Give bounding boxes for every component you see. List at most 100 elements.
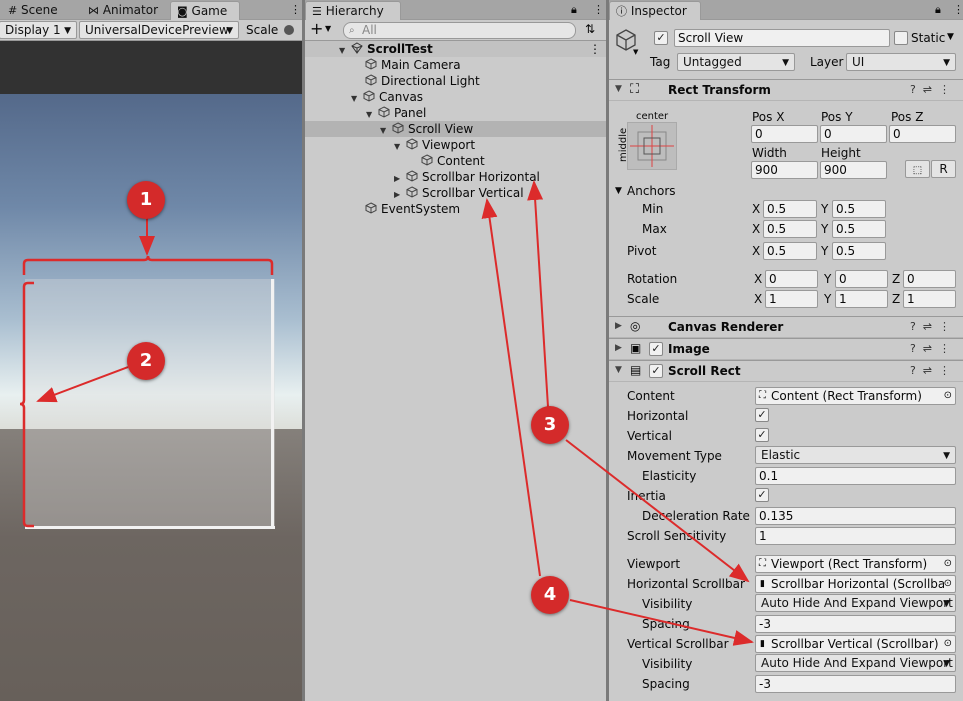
anchor-presets-button[interactable] [627,122,677,170]
object-picker-icon[interactable]: ⊙ [944,556,952,572]
chevron-down-icon[interactable]: ▼ [325,24,331,33]
active-checkbox[interactable]: ✓ [654,31,668,45]
viewport-object-field[interactable]: ⛶ Viewport (Rect Transform) ⊙ [755,555,956,573]
pos-x-field[interactable]: 0 [751,125,818,143]
expand-arrow-icon[interactable]: ▶ [615,343,622,353]
more-options-icon[interactable]: ⋮ [953,3,963,16]
add-icon[interactable]: + [310,20,323,38]
width-label: Width [752,146,787,160]
viewport-label: Viewport [627,557,681,571]
pos-y-field[interactable]: 0 [820,125,887,143]
expand-arrow-icon[interactable]: ▶ [615,321,622,331]
object-name-field[interactable]: Scroll View [674,29,890,47]
height-field[interactable]: 900 [820,161,887,179]
display-dropdown[interactable]: Display 1 ▼ [0,21,77,39]
more-options-icon[interactable]: ⋮ [290,3,301,16]
scale-slider[interactable] [282,25,302,35]
movement-type-dropdown[interactable]: Elastic ▼ [755,446,956,464]
component-header-icons[interactable]: ?⇌⋮ [910,342,957,355]
image-header[interactable]: ▶ ▣ ✓ Image ?⇌⋮ [609,338,963,360]
hierarchy-item-eventsystem[interactable]: EventSystem [305,201,606,217]
expand-arrow-icon[interactable]: ▼ [615,365,622,375]
scale-z-field[interactable]: 1 [903,290,956,308]
sort-icon[interactable]: ⇅ [585,22,595,36]
tag-dropdown[interactable]: Untagged ▼ [677,53,795,71]
horizontal-visibility-dropdown[interactable]: Auto Hide And Expand Viewport ▼ [755,594,956,612]
hierarchy-item-scroll-view[interactable]: ▼ Scroll View [305,121,606,137]
rect-transform-header[interactable]: ▼ ⛶ Rect Transform ?⇌⋮ [609,79,963,101]
component-header-icons[interactable]: ?⇌⋮ [910,320,957,333]
rotation-y-field[interactable]: 0 [835,270,888,288]
anchor-min-y-field[interactable]: 0.5 [832,200,886,218]
elasticity-field[interactable]: 0.1 [755,467,956,485]
vertical-scrollbar-object-field[interactable]: ▮ Scrollbar Vertical (Scrollbar) ⊙ [755,635,956,653]
scale-y-field[interactable]: 1 [835,290,888,308]
width-field[interactable]: 900 [751,161,818,179]
rotation-z-field[interactable]: 0 [903,270,956,288]
hierarchy-item-canvas[interactable]: ▼ Canvas [305,89,606,105]
deceleration-rate-field[interactable]: 0.135 [755,507,956,525]
pivot-label: Pivot [627,244,657,258]
layer-dropdown[interactable]: UI ▼ [846,53,956,71]
component-header-icons[interactable]: ?⇌⋮ [910,83,957,96]
tab-inspector-label: Inspector [630,4,687,18]
vertical-visibility-dropdown[interactable]: Auto Hide And Expand Viewport ▼ [755,654,956,672]
anchor-min-x-field[interactable]: 0.5 [763,200,817,218]
more-options-icon[interactable]: ⋮ [589,41,601,57]
vertical-checkbox[interactable]: ✓ [755,428,769,442]
hierarchy-item-panel[interactable]: ▼ Panel [305,105,606,121]
content-object-field[interactable]: ⛶ Content (Rect Transform) ⊙ [755,387,956,405]
horizontal-spacing-field[interactable]: -3 [755,615,956,633]
tab-inspector[interactable]: ⓘ Inspector [609,1,701,20]
chevron-down-icon[interactable]: ▼ [633,48,638,56]
list-icon: ☰ [312,5,322,18]
chevron-down-icon[interactable]: ▼ [947,32,954,42]
hierarchy-search-input[interactable]: ⌕ All [343,22,576,39]
hierarchy-item-scrollbar-horizontal[interactable]: ▶ Scrollbar Horizontal [305,169,606,185]
lock-icon[interactable]: 🔒︎ [571,3,577,17]
raw-edit-button[interactable]: R [931,160,956,178]
anchor-max-x-field[interactable]: 0.5 [763,220,817,238]
horizontal-checkbox[interactable]: ✓ [755,408,769,422]
hierarchy-item-viewport[interactable]: ▼ Viewport [305,137,606,153]
scroll-rect-header[interactable]: ▼ ▤ ✓ Scroll Rect ?⇌⋮ [609,360,963,382]
pivot-x-field[interactable]: 0.5 [763,242,817,260]
inertia-checkbox[interactable]: ✓ [755,488,769,502]
anchor-max-y-field[interactable]: 0.5 [832,220,886,238]
object-picker-icon[interactable]: ⊙ [944,636,952,652]
vertical-spacing-field[interactable]: -3 [755,675,956,693]
scale-x-field[interactable]: 1 [765,290,818,308]
static-checkbox[interactable] [894,31,908,45]
search-placeholder: All [362,23,377,37]
image-enabled-checkbox[interactable]: ✓ [649,342,663,356]
object-picker-icon[interactable]: ⊙ [944,388,952,404]
tab-game[interactable]: ◙ Game [170,1,240,20]
y-label: Y [821,244,829,258]
canvas-renderer-header[interactable]: ▶ ◎ Canvas Renderer ?⇌⋮ [609,316,963,338]
rotation-x-field[interactable]: 0 [765,270,818,288]
component-header-icons[interactable]: ?⇌⋮ [910,364,957,377]
tab-hierarchy[interactable]: ☰ Hierarchy [305,1,401,20]
hierarchy-item-scrolltest[interactable]: ▼ ScrollTest ⋮ [305,41,606,57]
anchors-label: Anchors [627,184,676,198]
expand-arrow-icon[interactable]: ▼ [615,186,622,196]
pivot-y-field[interactable]: 0.5 [832,242,886,260]
hierarchy-item-scrollbar-vertical[interactable]: ▶ Scrollbar Vertical [305,185,606,201]
scroll-sensitivity-field[interactable]: 1 [755,527,956,545]
hierarchy-item-main-camera[interactable]: Main Camera [305,57,606,73]
hierarchy-item-directional-light[interactable]: Directional Light [305,73,606,89]
expand-arrow-icon[interactable]: ▼ [615,84,622,94]
horizontal-scrollbar-object-field[interactable]: ▮ Scrollbar Horizontal (Scrollbar ⊙ [755,575,956,593]
tab-scene[interactable]: # Scene [2,1,80,20]
blueprint-mode-button[interactable]: ⬚ [905,160,930,178]
pos-z-label: Pos Z [891,110,924,124]
more-options-icon[interactable]: ⋮ [593,3,604,16]
pos-z-field[interactable]: 0 [889,125,956,143]
hierarchy-item-content[interactable]: Content [305,153,606,169]
device-dropdown[interactable]: UniversalDevicePreview ▼ [79,21,239,39]
tab-animator[interactable]: ⋈ Animator [82,1,168,20]
object-picker-icon[interactable]: ⊙ [943,576,952,592]
chevron-down-icon: ▼ [226,26,233,36]
lock-icon[interactable]: 🔒︎ [935,3,941,17]
scroll-rect-enabled-checkbox[interactable]: ✓ [649,364,663,378]
